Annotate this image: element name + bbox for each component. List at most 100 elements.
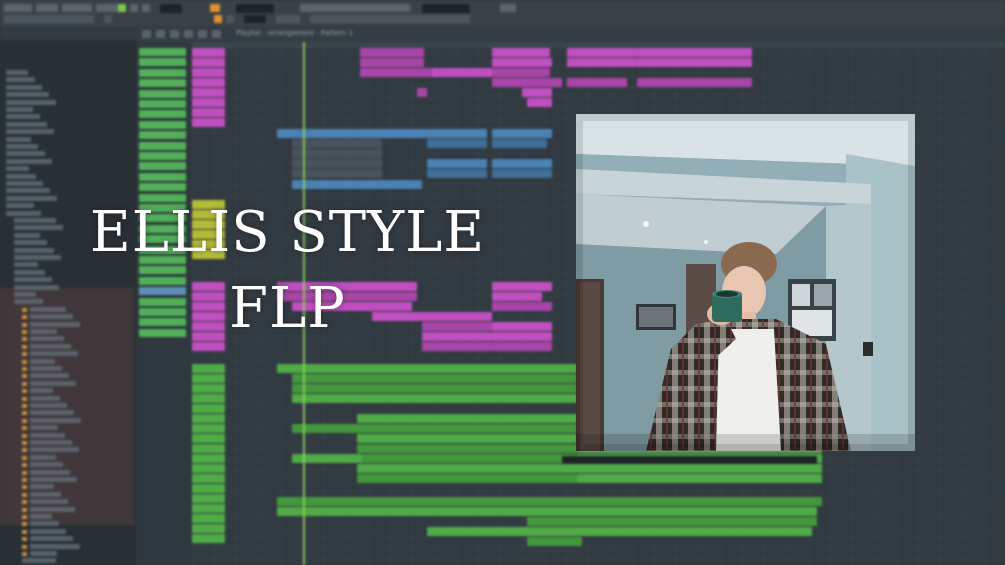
playlist-clip[interactable] — [192, 514, 225, 523]
browser-item[interactable] — [30, 454, 56, 460]
playlist-clip[interactable] — [357, 444, 577, 453]
playlist-clip[interactable] — [292, 169, 382, 178]
browser-item[interactable] — [14, 292, 36, 297]
arrow-left-icon[interactable] — [156, 30, 165, 38]
browser-item[interactable] — [30, 403, 67, 408]
pattern-item[interactable] — [139, 79, 186, 88]
playlist-clip[interactable] — [492, 169, 552, 178]
playlist-clip[interactable] — [192, 414, 225, 423]
delete-tool-icon[interactable] — [198, 30, 207, 38]
playlist-clip[interactable] — [277, 507, 817, 516]
playlist-clip[interactable] — [527, 537, 582, 546]
playlist-clip[interactable] — [432, 68, 492, 77]
browser-item[interactable] — [6, 107, 33, 112]
browser-item[interactable] — [30, 380, 76, 386]
playlist-clip[interactable] — [277, 364, 577, 373]
playlist-clip[interactable] — [422, 342, 492, 351]
browser-item[interactable] — [14, 262, 38, 268]
playlist-clip[interactable] — [192, 384, 225, 393]
paint-tool-icon[interactable] — [184, 30, 193, 38]
playlist-clip[interactable] — [567, 78, 627, 87]
playlist-clip[interactable] — [192, 484, 225, 493]
browser-item[interactable] — [6, 188, 50, 194]
playlist-clip[interactable] — [357, 414, 577, 423]
snap-selector[interactable] — [276, 15, 300, 23]
pattern-item[interactable] — [139, 110, 186, 119]
browser-item[interactable] — [6, 158, 52, 164]
browser-item[interactable] — [6, 129, 54, 135]
pattern-item[interactable] — [139, 89, 186, 98]
pattern-item[interactable] — [139, 100, 186, 108]
browser-item[interactable] — [6, 203, 34, 209]
playlist-clip[interactable] — [427, 139, 487, 148]
browser-item[interactable] — [22, 558, 56, 564]
slice-tool-icon[interactable] — [212, 30, 221, 38]
playlist-clip[interactable] — [492, 58, 552, 67]
playlist-clip[interactable] — [492, 68, 550, 77]
browser-item[interactable] — [6, 84, 42, 90]
pattern-item[interactable] — [139, 120, 186, 129]
browser-item[interactable] — [30, 462, 63, 468]
browser-item[interactable] — [30, 373, 69, 379]
playlist-clip[interactable] — [567, 58, 637, 67]
playlist-clip[interactable] — [522, 88, 552, 97]
playlist-clip[interactable] — [192, 374, 225, 383]
playlist-clip[interactable] — [292, 180, 422, 189]
playlist-clip[interactable] — [192, 404, 225, 413]
browser-item[interactable] — [30, 469, 70, 475]
menu-file[interactable] — [4, 4, 32, 12]
browser-item[interactable] — [30, 388, 53, 394]
playlist-clip[interactable] — [292, 424, 577, 433]
stop-button[interactable] — [142, 4, 150, 12]
playlist-clip[interactable] — [492, 129, 552, 138]
browser-item[interactable] — [30, 477, 77, 482]
browser-item[interactable] — [6, 173, 36, 179]
snap-button[interactable] — [500, 4, 516, 12]
pattern-item[interactable] — [139, 172, 186, 181]
record-button[interactable] — [210, 4, 220, 12]
playlist-clip[interactable] — [192, 424, 225, 433]
metronome-icon[interactable] — [214, 15, 222, 23]
browser-item[interactable] — [30, 417, 81, 423]
playlist-clip[interactable] — [192, 504, 225, 513]
playlist-clip[interactable] — [292, 159, 382, 168]
browser-item[interactable] — [30, 440, 72, 445]
playlist-clip[interactable] — [292, 149, 382, 158]
playlist-clip[interactable] — [192, 108, 225, 117]
browser-item[interactable] — [30, 528, 66, 534]
playlist-clip[interactable] — [360, 68, 440, 77]
browser-item[interactable] — [6, 181, 43, 186]
browser-item[interactable] — [14, 232, 40, 238]
playlist-clip[interactable] — [362, 454, 577, 463]
browser-item[interactable] — [30, 351, 78, 357]
browser-item[interactable] — [30, 551, 57, 556]
timeline-ruler[interactable] — [192, 42, 1005, 48]
playlist-clip[interactable] — [192, 524, 225, 533]
pattern-item[interactable] — [139, 152, 186, 160]
playlist-clip[interactable] — [192, 118, 225, 127]
playlist-clip[interactable] — [192, 494, 225, 503]
pattern-item[interactable] — [139, 141, 186, 150]
menu-edit[interactable] — [36, 4, 58, 12]
playlist-clip[interactable] — [692, 48, 752, 57]
browser-item[interactable] — [30, 536, 73, 542]
playlist-clip[interactable] — [192, 534, 225, 543]
menu-help[interactable] — [96, 4, 118, 12]
playlist-clip[interactable] — [577, 474, 822, 483]
wait-icon[interactable] — [226, 15, 234, 23]
browser-item[interactable] — [30, 447, 79, 453]
browser-item[interactable] — [30, 506, 75, 512]
playlist-clip[interactable] — [357, 464, 577, 473]
browser-item[interactable] — [6, 70, 28, 75]
playlist-clip[interactable] — [360, 48, 424, 57]
pattern-item[interactable] — [139, 162, 186, 171]
draw-tool-icon[interactable] — [170, 30, 179, 38]
playlist-clip[interactable] — [277, 129, 357, 138]
browser-item[interactable] — [30, 395, 60, 401]
browser-item[interactable] — [6, 144, 38, 149]
playlist-clip[interactable] — [360, 58, 424, 67]
browser-item[interactable] — [6, 99, 56, 105]
playlist-clip[interactable] — [527, 98, 552, 107]
playlist-clip[interactable] — [357, 474, 577, 483]
menu-options[interactable] — [62, 4, 92, 12]
